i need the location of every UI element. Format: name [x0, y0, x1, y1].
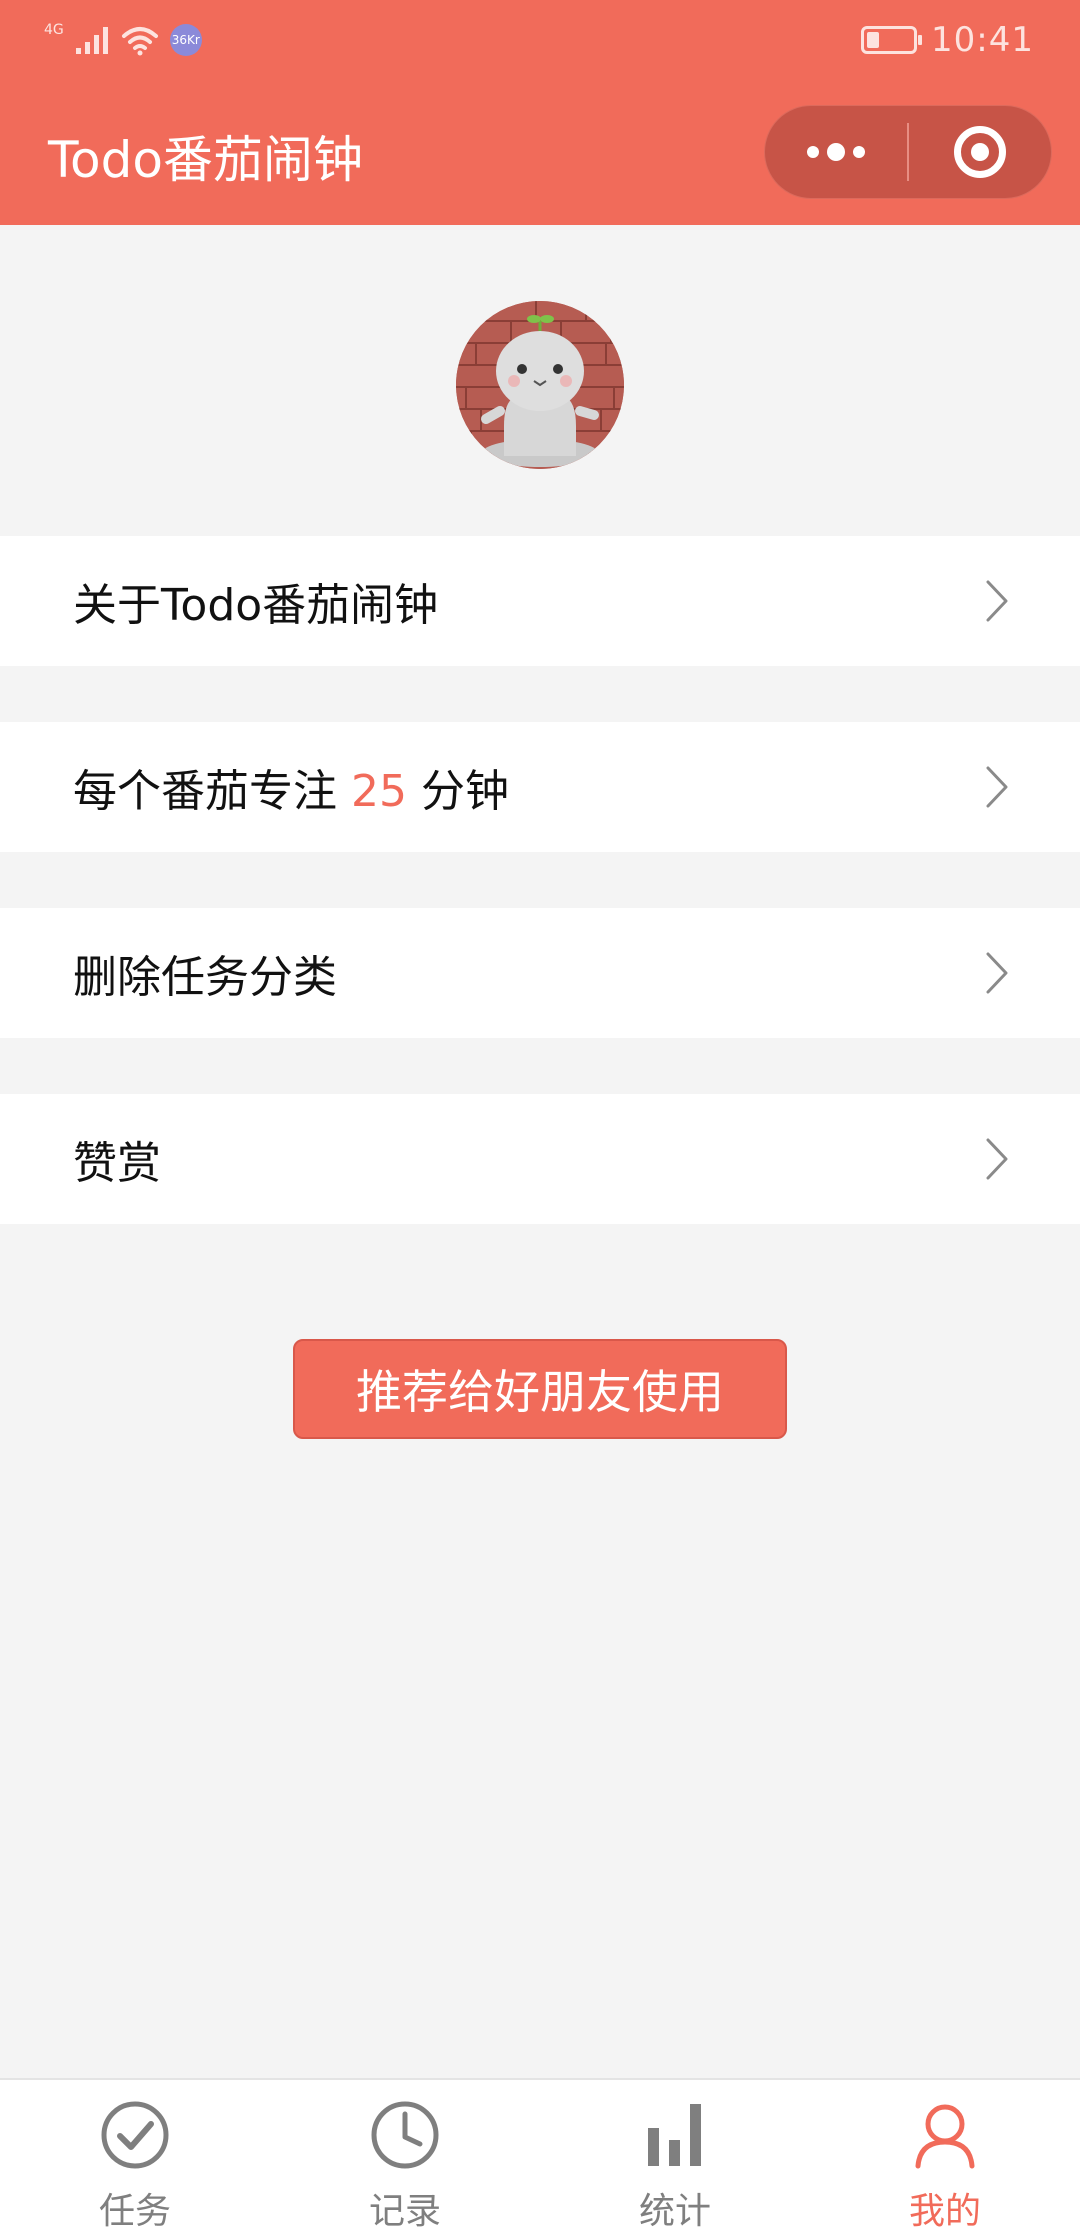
- menu-item-label: 关于Todo番茄闹钟: [73, 580, 439, 631]
- more-dots-icon: [807, 143, 865, 161]
- tab-bar: 任务 记录 统计 我的: [0, 2078, 1080, 2240]
- tab-label: 统计: [638, 2191, 711, 2232]
- check-circle-icon: [101, 2101, 169, 2169]
- chevron-right-icon: [986, 580, 1008, 622]
- focus-suffix: 分钟: [407, 766, 509, 817]
- cartoon-avatar: [456, 301, 624, 469]
- menu-item-delete-categories[interactable]: 删除任务分类: [0, 908, 1080, 1038]
- menu-item-about[interactable]: 关于Todo番茄闹钟: [0, 536, 1080, 666]
- status-bar: 4G 36Kr 10:41: [0, 0, 1080, 80]
- tab-records[interactable]: 记录: [270, 2080, 540, 2240]
- menu-item-label: 赞赏: [73, 1138, 161, 1189]
- target-icon: [953, 126, 1006, 178]
- app-badge-icon: 36Kr: [169, 24, 202, 56]
- wifi-icon: [121, 27, 158, 56]
- battery-level: [867, 32, 880, 48]
- tab-label: 任务: [98, 2191, 171, 2232]
- tab-stats[interactable]: 统计: [540, 2080, 810, 2240]
- avatar[interactable]: [456, 301, 624, 469]
- header-bar: 4G 36Kr 10:41 Todo番茄闹钟: [0, 0, 1080, 225]
- chevron-right-icon: [986, 952, 1008, 994]
- miniprogram-capsule: [764, 105, 1052, 199]
- menu-item-label: 删除任务分类: [73, 952, 337, 1003]
- tab-label: 我的: [908, 2191, 981, 2232]
- status-right: 10:41: [861, 18, 1034, 62]
- tab-tasks[interactable]: 任务: [0, 2080, 270, 2240]
- clock-icon: [371, 2101, 439, 2169]
- status-left: 4G 36Kr: [44, 18, 202, 62]
- close-miniprogram-button[interactable]: [909, 105, 1051, 199]
- menu-item-reward[interactable]: 赞赏: [0, 1094, 1080, 1224]
- chevron-right-icon: [986, 766, 1008, 808]
- page-title: Todo番茄闹钟: [48, 131, 363, 189]
- bar-chart-icon: [648, 2104, 701, 2166]
- focus-prefix: 每个番茄专注: [73, 766, 351, 817]
- battery-icon: [861, 26, 923, 54]
- chevron-right-icon: [986, 1138, 1008, 1180]
- menu-item-label: 每个番茄专注 25 分钟: [73, 755, 509, 819]
- signal-icon: [75, 27, 108, 54]
- tab-mine[interactable]: 我的: [810, 2080, 1080, 2240]
- share-button[interactable]: 推荐给好朋友使用: [293, 1339, 787, 1439]
- more-button[interactable]: [765, 105, 907, 199]
- user-icon: [915, 2104, 975, 2169]
- status-time: 10:41: [931, 20, 1034, 60]
- focus-minutes-value: 25: [351, 766, 407, 817]
- network-type: 4G: [44, 22, 64, 38]
- tab-label: 记录: [368, 2191, 441, 2232]
- menu-item-focus-duration[interactable]: 每个番茄专注 25 分钟: [0, 722, 1080, 852]
